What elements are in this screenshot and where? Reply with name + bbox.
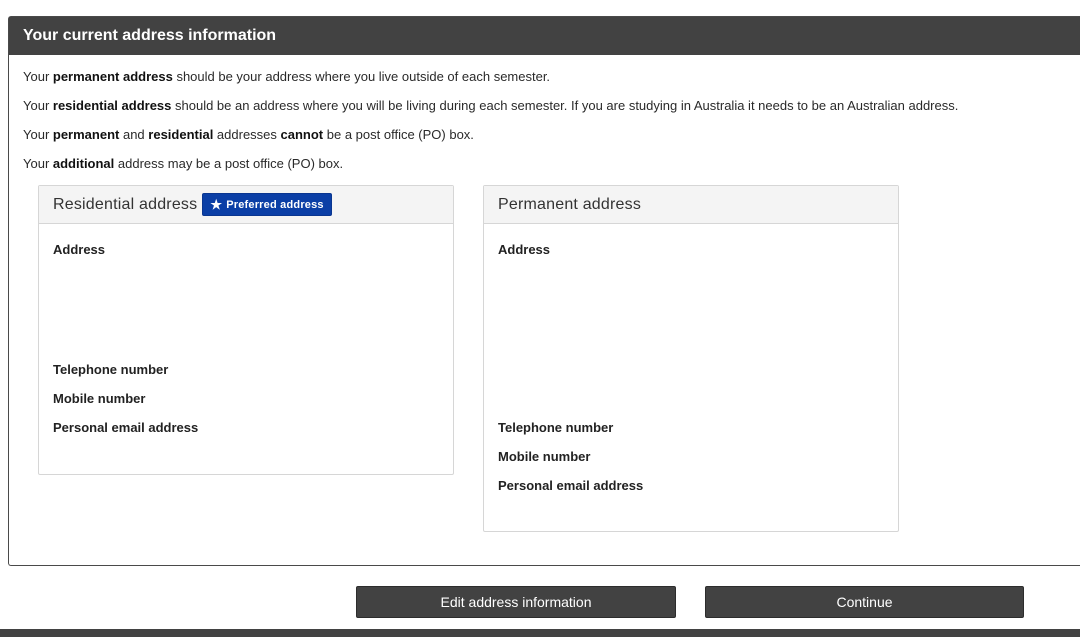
permanent-email-label: Personal email address (498, 478, 644, 493)
preferred-address-badge: ★ Preferred address (202, 193, 332, 216)
permanent-card-header: Permanent address (484, 186, 898, 224)
footer-bar (0, 629, 1080, 637)
intro-emphasis: permanent (52, 127, 120, 142)
residential-card-title: Residential address (53, 195, 198, 213)
residential-card-header: Residential address ★ Preferred address (39, 186, 453, 224)
residential-telephone-label: Telephone number (53, 362, 169, 377)
edit-address-button[interactable]: Edit address information (356, 586, 676, 618)
preferred-badge-label: Preferred address (226, 198, 324, 211)
permanent-telephone-label: Telephone number (498, 420, 614, 435)
residential-address-label: Address (53, 242, 106, 257)
permanent-mobile-label: Mobile number (498, 449, 591, 464)
permanent-card-title: Permanent address (498, 195, 642, 213)
permanent-address-label: Address (498, 242, 551, 257)
continue-button[interactable]: Continue (705, 586, 1024, 618)
intro-emphasis: residential (148, 127, 214, 142)
intro-paragraph: Your permanent and residential addresses… (23, 127, 474, 142)
intro-paragraph: Your residential address should be an ad… (23, 98, 959, 113)
residential-address-card: Residential address ★ Preferred address … (38, 185, 454, 475)
intro-emphasis: permanent address (52, 69, 173, 84)
address-panel: Your current address information Your pe… (8, 16, 1080, 566)
intro-text: Your permanent address should be your ad… (9, 55, 1080, 171)
panel-title: Your current address information (9, 17, 1080, 55)
residential-email-label: Personal email address (53, 420, 199, 435)
residential-mobile-label: Mobile number (53, 391, 146, 406)
permanent-address-card: Permanent address Address Telephone numb… (483, 185, 899, 532)
intro-emphasis: additional (52, 156, 115, 171)
intro-paragraph: Your permanent address should be your ad… (23, 69, 551, 84)
star-icon: ★ (210, 196, 223, 212)
intro-emphasis: residential address (52, 98, 172, 113)
intro-emphasis: cannot (280, 127, 324, 142)
intro-paragraph: Your additional address may be a post of… (23, 156, 344, 171)
